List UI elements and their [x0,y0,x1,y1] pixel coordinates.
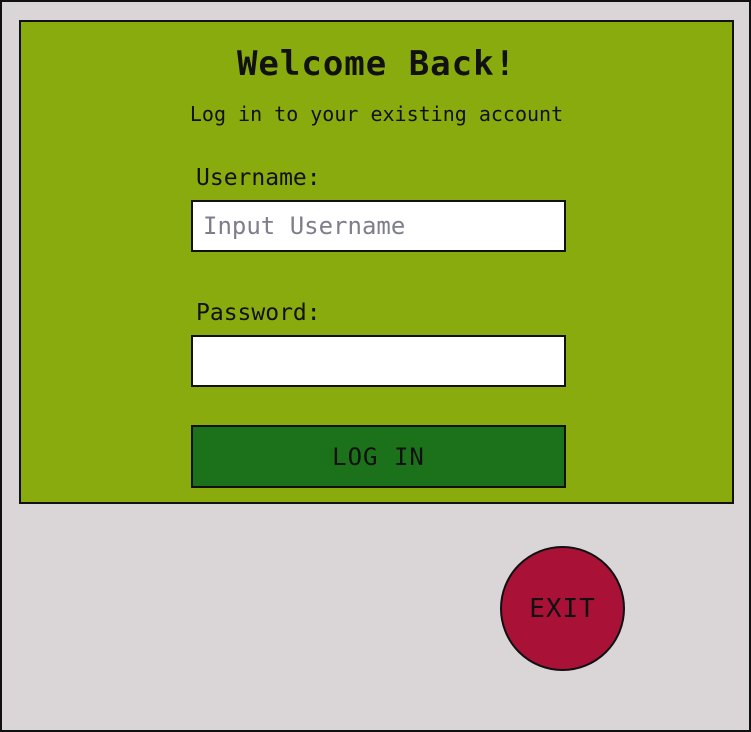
username-label: Username: [196,165,321,191]
page-subtitle: Log in to your existing account [189,102,564,126]
exit-button[interactable]: EXIT [500,546,625,671]
login-panel: Welcome Back! Log in to your existing ac… [19,20,734,504]
password-input[interactable] [191,335,566,387]
username-input[interactable] [191,200,566,252]
password-label: Password: [196,300,321,326]
login-button[interactable]: LOG IN [191,425,566,488]
page-title: Welcome Back! [236,44,517,84]
device-frame: Welcome Back! Log in to your existing ac… [0,0,751,732]
